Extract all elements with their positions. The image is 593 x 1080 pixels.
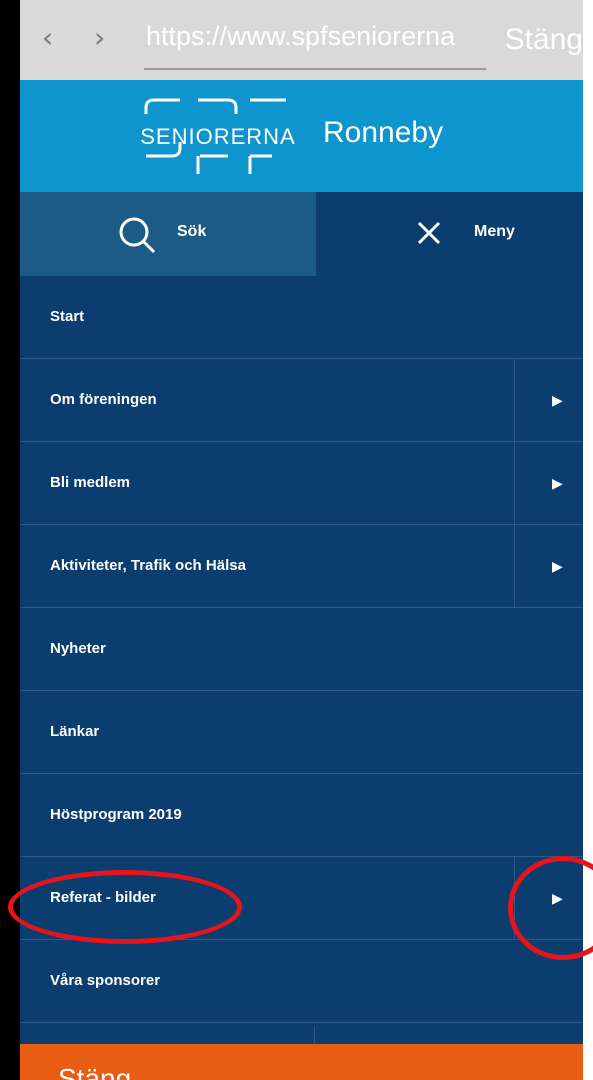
menu-item-om-foreningen[interactable]: Om föreningen ▶ xyxy=(20,359,583,442)
menu-item-vara-sponsorer[interactable]: Våra sponsorer xyxy=(20,940,583,1023)
submenu-divider xyxy=(514,442,515,525)
menu-item-label: Start xyxy=(50,308,85,325)
menu-item-label: Referat - bilder xyxy=(50,889,156,906)
menu-bottom-divider xyxy=(314,1026,315,1044)
search-button[interactable]: Sök xyxy=(20,192,316,276)
logo-text: SENIORERNA xyxy=(140,124,296,149)
submenu-divider xyxy=(514,359,515,442)
expand-arrow-icon[interactable]: ▶ xyxy=(552,391,563,411)
menu-item-aktiviteter[interactable]: Aktiviteter, Trafik och Hälsa ▶ xyxy=(20,525,583,608)
chevron-left-icon[interactable]: ‹ xyxy=(42,24,53,52)
url-underline xyxy=(144,68,486,70)
chevron-right-icon[interactable]: › xyxy=(94,24,105,52)
menu-bottom-strip xyxy=(20,1026,583,1044)
close-icon xyxy=(417,221,441,245)
menu-item-bli-medlem[interactable]: Bli medlem ▶ xyxy=(20,442,583,525)
site-title: Ronneby xyxy=(323,116,444,149)
browser-close-button[interactable]: Stäng xyxy=(505,22,583,58)
menu-item-label: Aktiviteter, Trafik och Hälsa xyxy=(50,557,246,574)
nav-menu: Start Om föreningen ▶ Bli medlem ▶ Aktiv… xyxy=(20,276,583,1052)
close-menu-bar[interactable]: Stäng xyxy=(20,1044,583,1080)
menu-item-label: Nyheter xyxy=(50,640,106,657)
submenu-divider xyxy=(514,525,515,608)
submenu-divider xyxy=(514,857,515,940)
left-border xyxy=(0,0,20,1080)
menu-item-start[interactable]: Start xyxy=(20,276,583,359)
url-field[interactable]: https://www.spfseniorerna xyxy=(146,20,455,52)
toolbar: Sök Meny xyxy=(20,192,583,276)
search-label: Sök xyxy=(177,223,207,240)
menu-item-label: Länkar xyxy=(50,723,100,740)
browser-bar: ‹ › https://www.spfseniorerna Stäng xyxy=(20,0,583,80)
expand-arrow-icon[interactable]: ▶ xyxy=(552,889,563,909)
menu-item-label: Om föreningen xyxy=(50,391,157,408)
menu-item-nyheter[interactable]: Nyheter xyxy=(20,608,583,691)
close-menu-label: Stäng xyxy=(58,1063,132,1080)
menu-toggle-button[interactable]: Meny xyxy=(316,192,583,276)
right-border xyxy=(583,0,593,1080)
search-icon xyxy=(119,217,156,254)
screenshot-frame: ‹ › https://www.spfseniorerna Stäng SENI… xyxy=(0,0,593,1080)
menu-item-label: Bli medlem xyxy=(50,474,131,491)
menu-item-label: Höstprogram 2019 xyxy=(50,806,182,823)
menu-item-hostprogram[interactable]: Höstprogram 2019 xyxy=(20,774,583,857)
expand-arrow-icon[interactable]: ▶ xyxy=(552,474,563,494)
phone-screen: ‹ › https://www.spfseniorerna Stäng SENI… xyxy=(20,0,583,1080)
site-header: SENIORERNA Ronneby xyxy=(20,80,583,192)
expand-arrow-icon[interactable]: ▶ xyxy=(552,557,563,577)
menu-item-lankar[interactable]: Länkar xyxy=(20,691,583,774)
menu-item-referat-bilder[interactable]: Referat - bilder ▶ xyxy=(20,857,583,940)
spf-logo[interactable]: SENIORERNA xyxy=(138,94,298,180)
menu-label: Meny xyxy=(474,223,515,240)
menu-item-label: Våra sponsorer xyxy=(50,972,161,989)
